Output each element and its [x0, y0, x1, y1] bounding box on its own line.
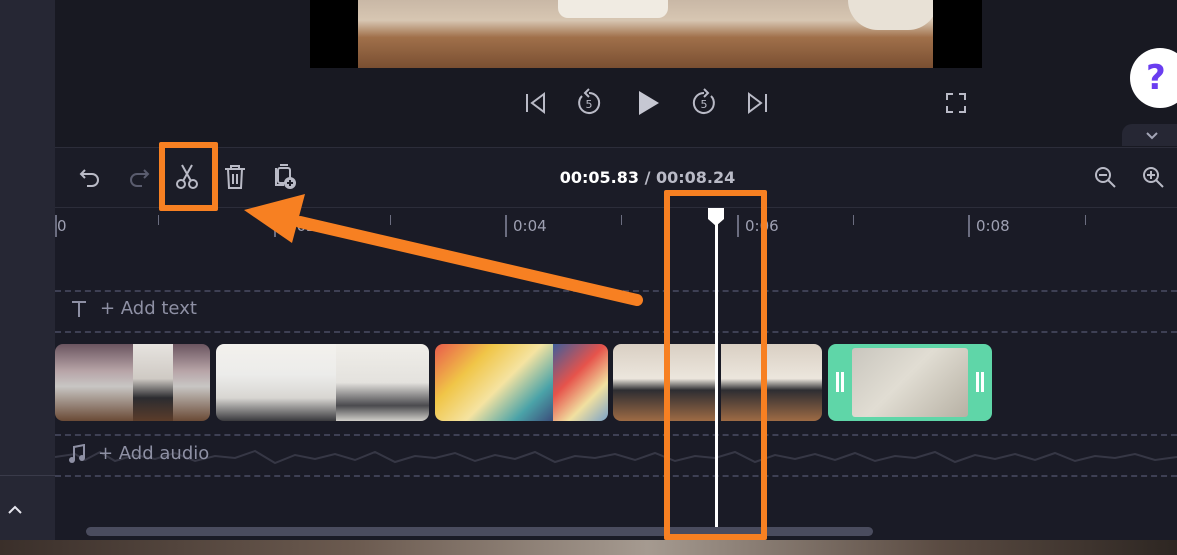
skip-to-end-icon: [748, 92, 767, 114]
add-text-track[interactable]: + Add text: [70, 298, 197, 319]
ruler-tick: [853, 215, 854, 225]
zoom-in-button[interactable]: [1136, 160, 1170, 194]
trim-handle-right[interactable]: [976, 372, 984, 392]
trim-handle-left[interactable]: [836, 372, 844, 392]
rewind-5-icon: 5: [578, 88, 601, 114]
help-label: ?: [1146, 58, 1166, 98]
music-note-icon: [69, 443, 85, 463]
duplicate-icon: [275, 164, 296, 189]
playhead-highlight: [664, 190, 767, 540]
panel-toggle-button[interactable]: [1122, 124, 1177, 146]
video-clip[interactable]: [55, 344, 210, 421]
left-sidebar: [0, 0, 55, 545]
ruler-label: 0:02: [282, 217, 316, 235]
mug-shape: [848, 0, 933, 30]
delete-button[interactable]: [218, 160, 252, 194]
desktop-background-strip: [0, 540, 1177, 555]
chevron-down-icon: [1146, 131, 1158, 139]
forward-5-icon: 5: [692, 88, 715, 114]
trash-icon: [225, 165, 245, 189]
skip-to-end-button[interactable]: [743, 86, 773, 120]
ruler-tick: [621, 215, 622, 225]
video-clip[interactable]: [216, 344, 429, 421]
zoom-out-button[interactable]: [1088, 160, 1122, 194]
undo-button[interactable]: [73, 160, 107, 194]
add-text-label: + Add text: [100, 298, 197, 319]
play-button[interactable]: [632, 86, 664, 120]
cup-shape: [558, 0, 668, 18]
fullscreen-icon: [946, 93, 966, 113]
track-divider: [55, 331, 1177, 333]
time-display: 00:05.83 / 00:08.24: [520, 168, 775, 187]
forward-5-button[interactable]: 5: [688, 86, 720, 120]
sidebar-divider: [0, 475, 55, 476]
redo-button[interactable]: [122, 160, 156, 194]
ruler-tick: [158, 215, 159, 225]
ruler-tick: [274, 215, 276, 237]
clip-thumbnail: [852, 348, 968, 417]
play-icon: [639, 91, 659, 115]
zoom-in-icon: [1143, 167, 1164, 188]
redo-icon: [130, 169, 150, 187]
skip-to-start-button[interactable]: [520, 86, 550, 120]
current-time: 00:05.83: [559, 168, 639, 187]
selected-video-clip[interactable]: [828, 344, 992, 421]
track-divider: [55, 434, 1177, 436]
track-divider: [55, 475, 1177, 477]
ruler-tick: [505, 215, 507, 237]
ruler-label: 0:08: [976, 217, 1010, 235]
video-clip[interactable]: [435, 344, 608, 421]
audio-waveform: [55, 449, 1177, 465]
skip-to-start-icon: [526, 92, 545, 114]
duplicate-button[interactable]: [268, 160, 302, 194]
total-time: 00:08.24: [656, 168, 736, 187]
expand-panel-button[interactable]: [0, 490, 30, 530]
add-audio-label: + Add audio: [98, 443, 210, 464]
video-frame-image: [358, 0, 933, 68]
text-icon: [72, 300, 86, 317]
zoom-out-icon: [1095, 167, 1116, 188]
chevron-up-icon: [8, 505, 22, 514]
fullscreen-button[interactable]: [941, 86, 971, 120]
forward-seconds-label: 5: [701, 98, 708, 111]
ruler-tick: [390, 215, 391, 225]
rewind-seconds-label: 5: [586, 98, 593, 111]
split-tool-highlight: [159, 142, 218, 211]
ruler-tick: [1085, 215, 1086, 225]
ruler-tick: [968, 215, 970, 237]
time-separator: /: [644, 168, 651, 187]
track-divider: [55, 290, 1177, 292]
ruler-label: 0: [57, 217, 67, 235]
undo-icon: [79, 169, 99, 187]
ruler-label: 0:04: [513, 217, 547, 235]
rewind-5-button[interactable]: 5: [573, 86, 605, 120]
add-audio-track[interactable]: + Add audio: [68, 443, 209, 464]
